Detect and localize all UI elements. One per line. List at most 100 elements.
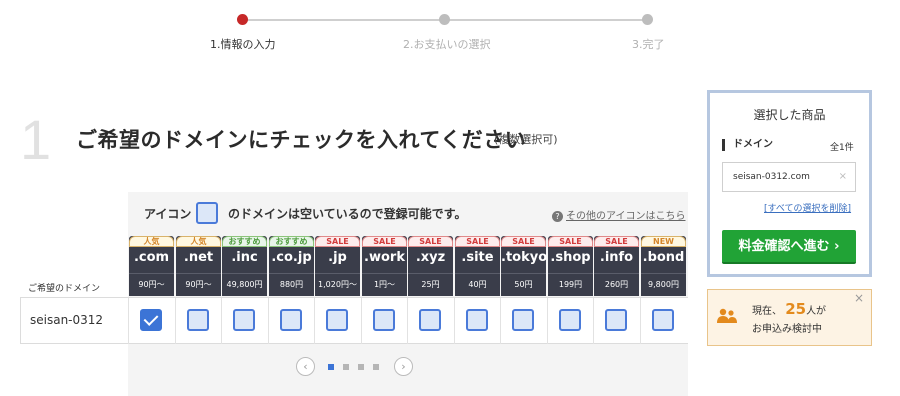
legend-text: のドメインは空いているので登録可能です。 <box>228 207 467 221</box>
tld-price: 880円 <box>279 280 304 289</box>
tld-name: .site <box>461 250 494 265</box>
tld-name: .jp <box>328 250 347 265</box>
page-title: ご希望のドメインにチェックを入れてください <box>76 128 527 152</box>
pager-prev-button[interactable]: ‹ <box>296 357 315 376</box>
notice-close-icon[interactable]: × <box>854 291 864 305</box>
tld-badge: 人気 <box>176 236 221 247</box>
pager-dot[interactable] <box>358 364 364 370</box>
other-icons-link-label: その他のアイコンはこちら <box>566 211 686 222</box>
step-label-1: 1.情報の入力 <box>210 38 276 51</box>
tld-price: 260円 <box>604 280 629 289</box>
domain-checkbox[interactable] <box>233 309 255 331</box>
tld-divider <box>315 273 360 274</box>
pager-next-button[interactable]: › <box>394 357 413 376</box>
domain-checkbox[interactable] <box>512 309 534 331</box>
tld-divider <box>176 273 221 274</box>
tld-badge: 人気 <box>129 236 174 247</box>
tld-badge: SALE <box>408 236 453 247</box>
domain-checkbox[interactable] <box>605 309 627 331</box>
tld-name: .work <box>364 250 405 265</box>
progress-stepper: 1.情報の入力 2.お支払いの選択 3.完了 <box>0 0 900 60</box>
tld-price: 50円 <box>514 280 533 289</box>
row-cell-separator <box>221 298 222 344</box>
tld-divider <box>129 273 174 274</box>
tld-price: 1,020円〜 <box>318 280 357 289</box>
tld-divider <box>269 273 314 274</box>
pager-dot[interactable] <box>343 364 349 370</box>
tld-badge: SALE <box>594 236 639 247</box>
step-label-3: 3.完了 <box>632 38 665 51</box>
row-cell-separator <box>268 298 269 344</box>
tld-price: 40円 <box>468 280 487 289</box>
domain-checkbox[interactable] <box>652 309 674 331</box>
domain-checkbox[interactable] <box>466 309 488 331</box>
page-title-note: (複数選択可) <box>494 133 558 146</box>
domain-checkbox[interactable] <box>187 309 209 331</box>
pager-dot[interactable] <box>328 364 334 370</box>
tld-price: 9,800円 <box>648 280 679 289</box>
tld-divider <box>501 273 546 274</box>
row-cell-separator <box>175 298 176 344</box>
domain-checkbox[interactable] <box>140 309 162 331</box>
tld-name: .shop <box>550 250 591 265</box>
table-row <box>20 297 688 344</box>
row-domain-name: seisan-0312 <box>30 313 104 327</box>
tld-price: 49,800円 <box>226 280 263 289</box>
tld-price: 199円 <box>558 280 583 289</box>
tld-divider <box>362 273 407 274</box>
proceed-to-pricing-button[interactable]: 料金確認へ進む › <box>722 230 856 264</box>
tld-divider <box>548 273 593 274</box>
tld-price: 90円〜 <box>185 280 212 289</box>
row-cell-separator <box>128 298 129 344</box>
notice-suffix: 人が <box>806 306 827 317</box>
tld-name: .com <box>133 250 170 265</box>
tld-name: .info <box>599 250 634 265</box>
tld-name: .tokyo <box>501 250 548 265</box>
tld-name: .xyz <box>415 250 446 265</box>
domain-column-header: ご希望のドメイン <box>28 284 101 294</box>
selected-count: 全1件 <box>830 143 854 153</box>
section-number: 1 <box>20 108 52 171</box>
viewer-count: 25 <box>785 300 807 318</box>
tld-price: 90円〜 <box>138 280 165 289</box>
tld-badge: NEW <box>641 236 686 247</box>
pager-dot[interactable] <box>373 364 379 370</box>
domain-checkbox[interactable] <box>280 309 302 331</box>
row-cell-separator <box>500 298 501 344</box>
tld-badge: SALE <box>362 236 407 247</box>
notice-prefix: 現在、 <box>752 306 782 317</box>
tld-divider <box>641 273 686 274</box>
selected-domain-label: ドメイン <box>722 139 773 151</box>
step-dot-1 <box>237 14 248 25</box>
step-label-2: 2.お支払いの選択 <box>403 38 491 51</box>
selected-domain-item: seisan-0312.com × <box>722 162 856 192</box>
tld-badge: SALE <box>315 236 360 247</box>
tld-price: 1円〜 <box>373 280 396 289</box>
row-cell-separator <box>593 298 594 344</box>
tld-name: .bond <box>642 250 685 265</box>
tld-name: .net <box>183 250 214 265</box>
notice-line-1: 現在、 25人が <box>752 300 826 318</box>
tld-badge: おすすめ <box>269 236 314 247</box>
row-cell-separator <box>361 298 362 344</box>
tld-badge: おすすめ <box>222 236 267 247</box>
tld-name: .inc <box>231 250 258 265</box>
domain-checkbox[interactable] <box>419 309 441 331</box>
row-cell-separator <box>547 298 548 344</box>
clear-all-link[interactable]: [すべての選択を削除] <box>764 201 851 214</box>
tld-divider <box>594 273 639 274</box>
tld-divider <box>222 273 267 274</box>
domain-checkbox[interactable] <box>326 309 348 331</box>
tld-name: .co.jp <box>271 250 312 265</box>
tld-badge: SALE <box>501 236 546 247</box>
tld-price: 25円 <box>421 280 440 289</box>
remove-domain-icon[interactable]: × <box>839 171 847 182</box>
users-icon <box>717 308 737 323</box>
available-checkbox-legend-icon <box>196 202 218 224</box>
selected-items-title: 選択した商品 <box>753 108 826 122</box>
domain-checkbox[interactable] <box>373 309 395 331</box>
notice-line-2: お申込み検討中 <box>752 324 822 335</box>
row-cell-separator <box>640 298 641 344</box>
other-icons-link[interactable]: ? その他のアイコンはこちら <box>552 207 686 222</box>
domain-checkbox[interactable] <box>559 309 581 331</box>
